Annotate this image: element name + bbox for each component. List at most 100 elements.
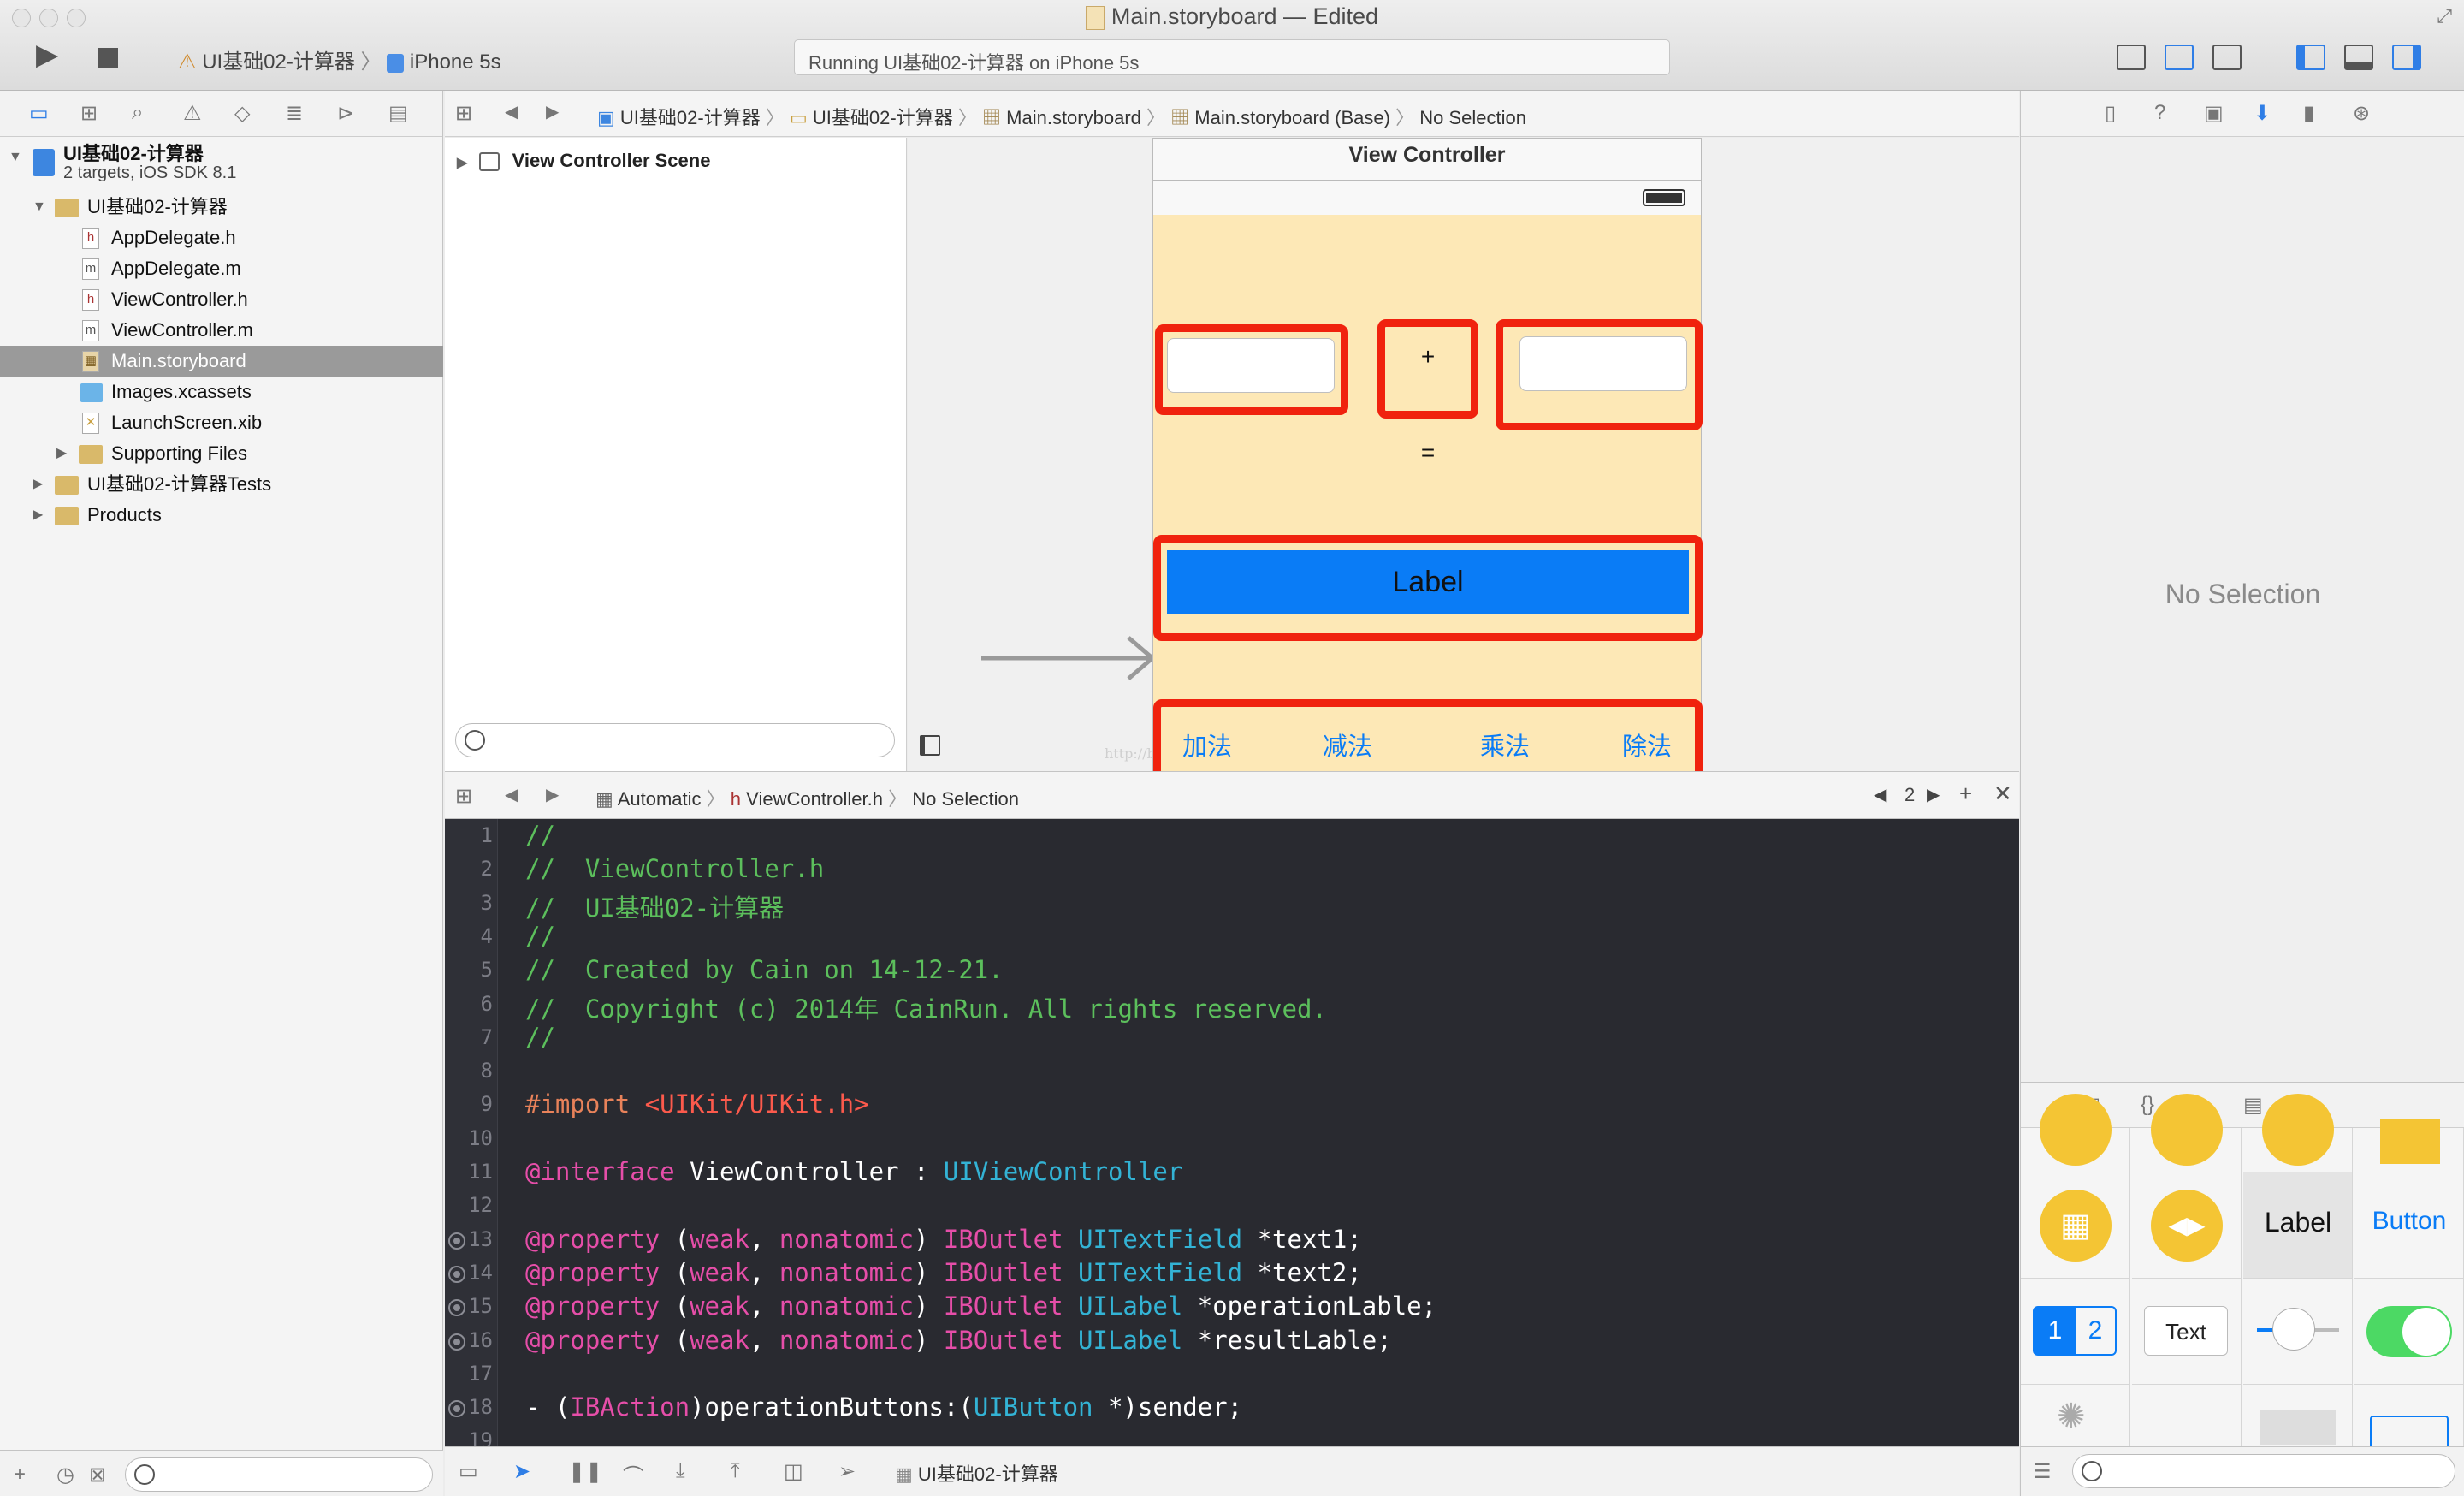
subtract-button[interactable]: 减法 [1323, 727, 1372, 763]
library-cell-label[interactable]: Label [2243, 1172, 2353, 1279]
outline-filter-field[interactable] [455, 723, 895, 757]
source-control-filter-icon[interactable]: ⊠ [89, 1463, 106, 1487]
library-cell[interactable] [2021, 1094, 2130, 1172]
toggle-utilities-icon[interactable] [2392, 45, 2421, 70]
breadcrumb-file[interactable]: Main.storyboard [1006, 107, 1141, 128]
library-filter-field[interactable] [2072, 1454, 2455, 1488]
library-cell-slider[interactable] [2243, 1279, 2353, 1385]
text2-field[interactable] [1519, 336, 1687, 391]
divide-button[interactable]: 除法 [1622, 727, 1672, 763]
recent-files-icon[interactable]: ◷ [56, 1463, 74, 1487]
scheme-selector[interactable]: ⚠ UI基础02-计算器 〉 iPhone 5s [178, 45, 501, 74]
connections-inspector-icon[interactable]: ⊛ [2353, 101, 2370, 126]
attributes-inspector-icon[interactable]: ⬇ [2254, 101, 2271, 126]
quick-help-icon[interactable]: ? [2154, 101, 2165, 125]
add-icon[interactable]: + [14, 1463, 26, 1487]
library-cell[interactable] [2243, 1094, 2353, 1172]
tree-item-file[interactable]: Images.xcassets [0, 377, 443, 407]
related-items-icon[interactable]: ⊞ [455, 784, 472, 809]
library-cell[interactable] [2243, 1385, 2353, 1446]
view-controller-scene[interactable]: View Controller + = Label 加法 减法 乘法 除法 [1152, 138, 1703, 788]
library-cell[interactable]: ✺ [2021, 1385, 2130, 1446]
tree-item-file[interactable]: m ViewController.m [0, 315, 443, 346]
library-cell-button[interactable]: Button [2354, 1172, 2464, 1279]
related-items-icon[interactable]: ⊞ [455, 101, 472, 126]
run-button[interactable]: ▶ [36, 38, 58, 72]
tree-item-file[interactable]: ✕ LaunchScreen.xib [0, 407, 443, 438]
back-icon[interactable]: ◀ [505, 784, 518, 805]
toggle-debug-area-icon[interactable] [2344, 45, 2373, 70]
report-navigator-icon[interactable]: ▤ [388, 101, 408, 126]
hide-debug-area-icon[interactable]: ▭ [459, 1459, 478, 1484]
multiply-button[interactable]: 乘法 [1480, 727, 1530, 763]
library-cell[interactable] [2354, 1385, 2464, 1446]
list-view-icon[interactable]: ☰ [2033, 1459, 2052, 1484]
version-editor-icon[interactable] [2212, 45, 2242, 70]
step-into-icon[interactable]: ⤓ [676, 1459, 685, 1483]
warning-icon[interactable]: ⚠ [183, 101, 202, 126]
stop-button[interactable] [98, 48, 118, 68]
project-root[interactable]: ▼ UI基础02-计算器 2 targets, iOS SDK 8.1 [0, 142, 443, 187]
library-cell[interactable]: ◀▶ [2132, 1172, 2242, 1279]
library-cell-segmented[interactable]: 1 2 [2021, 1279, 2130, 1385]
text1-field[interactable] [1167, 338, 1335, 393]
debug-navigator-icon[interactable]: ≣ [286, 101, 303, 126]
tree-item-group[interactable]: ▼ UI基础02-计算器 [0, 192, 443, 223]
search-icon[interactable]: ⌕ [132, 101, 143, 125]
debug-target[interactable]: ▦ UI基础02-计算器 [895, 1459, 1058, 1487]
source-editor[interactable]: 1234567891011121314151617181920 //// Vie… [445, 819, 2019, 1446]
breadcrumb-group[interactable]: UI基础02-计算器 [813, 107, 953, 128]
connection-outlet-icon[interactable] [448, 1265, 465, 1283]
identity-inspector-icon[interactable]: ▣ [2204, 101, 2224, 126]
breakpoints-toggle-icon[interactable]: ➤ [513, 1459, 530, 1484]
library-cell-switch[interactable] [2354, 1279, 2464, 1385]
connection-outlet-icon[interactable] [448, 1232, 465, 1250]
breakpoint-navigator-icon[interactable]: ⊳ [337, 101, 354, 126]
connection-outlet-icon[interactable] [448, 1333, 465, 1351]
standard-editor-icon[interactable] [2117, 45, 2146, 70]
library-cell[interactable] [2354, 1119, 2464, 1172]
add-editor-icon[interactable]: + [1959, 781, 1972, 807]
library-cell[interactable] [2132, 1385, 2242, 1446]
breadcrumb-project[interactable]: UI基础02-计算器 [620, 107, 761, 128]
tree-item-file[interactable]: h ViewController.h [0, 284, 443, 315]
forward-icon[interactable]: ▶ [546, 784, 559, 805]
tree-item-group[interactable]: ▶ Supporting Files [0, 438, 443, 469]
step-over-icon[interactable]: ⌒ [623, 1459, 643, 1489]
simulate-location-icon[interactable]: ➢ [838, 1459, 856, 1484]
pause-icon[interactable]: ❚❚ [568, 1459, 602, 1484]
show-outline-icon[interactable] [920, 735, 940, 756]
close-icon[interactable]: ✕ [1993, 781, 2012, 807]
tree-item-file-selected[interactable]: ▦ Main.storyboard [0, 346, 443, 377]
media-library-icon[interactable]: ▤ [2243, 1093, 2263, 1118]
tree-item-file[interactable]: m AppDelegate.m [0, 253, 443, 284]
code-snippet-icon[interactable]: {} [2141, 1093, 2154, 1117]
file-inspector-icon[interactable]: ▯ [2105, 101, 2116, 126]
library-cell[interactable]: ▦ [2021, 1172, 2130, 1279]
navigator-filter-field[interactable] [125, 1457, 433, 1492]
outline-scene-row[interactable]: ▶ View Controller Scene [457, 150, 710, 172]
tree-item-group[interactable]: ▶ UI基础02-计算器Tests [0, 469, 443, 500]
assistant-file[interactable]: ViewController.h [746, 788, 883, 810]
next-counterpart-icon[interactable]: ▶ [1927, 784, 1940, 805]
library-cell-textfield[interactable]: Text [2132, 1279, 2242, 1385]
test-navigator-icon[interactable]: ◇ [234, 101, 250, 126]
tree-item-file[interactable]: h AppDelegate.h [0, 223, 443, 253]
connection-outlet-icon[interactable] [448, 1400, 465, 1418]
toggle-navigator-icon[interactable] [2296, 45, 2325, 70]
assistant-editor-icon[interactable] [2165, 45, 2194, 70]
view-debugging-icon[interactable]: ◫ [784, 1459, 803, 1484]
add-button[interactable]: 加法 [1182, 727, 1232, 763]
line-number-gutter[interactable]: 1234567891011121314151617181920 [445, 819, 498, 1446]
view-controller-view[interactable]: + = Label 加法 减法 乘法 除法 [1152, 215, 1703, 788]
forward-icon[interactable]: ▶ [546, 101, 559, 122]
previous-counterpart-icon[interactable]: ◀ [1874, 784, 1886, 805]
breadcrumb-selection[interactable]: No Selection [1419, 107, 1526, 128]
step-out-icon[interactable]: ⤒ [731, 1459, 740, 1483]
tree-item-group[interactable]: ▶ Products [0, 500, 443, 531]
library-cell[interactable] [2132, 1094, 2242, 1172]
fullscreen-icon[interactable]: ⤢ [2437, 5, 2452, 27]
breadcrumb-localization[interactable]: Main.storyboard (Base) [1194, 107, 1390, 128]
assistant-selection[interactable]: No Selection [912, 788, 1019, 810]
symbol-navigator-icon[interactable]: ⊞ [80, 101, 98, 126]
